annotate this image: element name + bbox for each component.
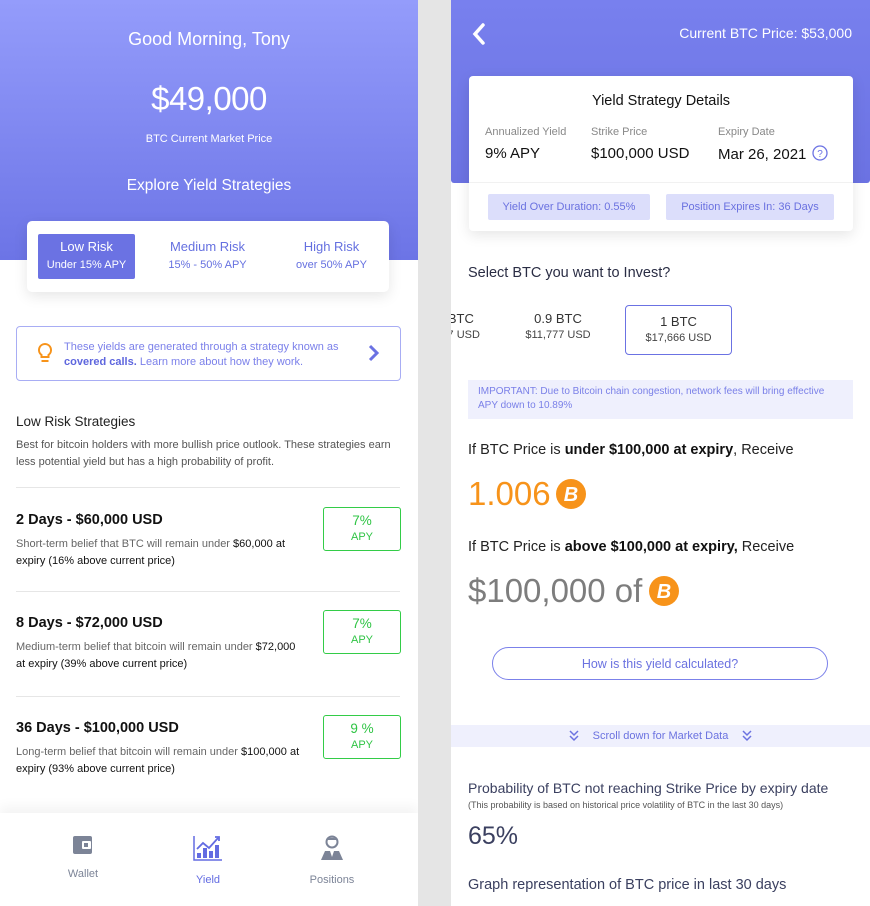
scroll-hint-text: Scroll down for Market Data	[592, 730, 729, 742]
divider	[16, 591, 400, 592]
svg-text:B: B	[657, 581, 671, 603]
label: Expiry Date	[718, 126, 775, 138]
probability-note: (This probability is based on historical…	[468, 800, 784, 810]
strategy-description: Medium-term belief that bitcoin will rem…	[16, 641, 296, 670]
under-strike-condition: If BTC Price is under $100,000 at expiry…	[468, 442, 794, 458]
btc-amount: 0.9 BTC	[534, 311, 582, 326]
label: Strike Price	[591, 126, 648, 138]
scroll-hint[interactable]: Scroll down for Market Data	[451, 725, 870, 747]
divider	[469, 182, 853, 183]
strategy-detail-screen: Current BTC Price: $53,000 Yield Strateg…	[451, 0, 870, 906]
svg-text:B: B	[563, 484, 577, 506]
strategy-description: Long-term belief that bitcoin will remai…	[16, 746, 300, 775]
nav-label: Positions	[309, 874, 355, 886]
receive-btc-amount: 1.006 B	[468, 475, 587, 513]
double-chevron-down-icon	[742, 730, 752, 742]
nav-label: Wallet	[67, 868, 99, 880]
apy-label: APY	[350, 531, 373, 543]
btc-amount: 1 BTC	[660, 314, 697, 329]
tab-high-risk[interactable]: High Risk over 50% APY	[283, 234, 380, 279]
apy-badge: 9 % APY	[323, 715, 401, 759]
apy-value: 7%	[352, 616, 372, 631]
btc-amount: 0.8 BTC	[451, 311, 474, 326]
card-title: Yield Strategy Details	[591, 93, 731, 109]
bitcoin-icon: B	[555, 479, 586, 509]
position-expires-chip: Position Expires In: 36 Days	[666, 194, 834, 220]
yield-home-screen: Good Morning, Tony $49,000 BTC Current M…	[0, 0, 418, 906]
strategy-item[interactable]: 36 Days - $100,000 USD Long-term belief …	[16, 715, 401, 778]
risk-selector: Low Risk Under 15% APY Medium Risk 15% -…	[27, 221, 389, 292]
apy-value: 7%	[352, 513, 372, 528]
usd-value: $100,000 of	[468, 572, 643, 609]
bitcoin-icon: B	[649, 576, 680, 606]
above-strike-condition: If BTC Price is above $100,000 at expiry…	[468, 539, 795, 555]
covered-calls-info-banner[interactable]: These yields are generated through a str…	[16, 326, 401, 381]
apy-label: APY	[350, 634, 373, 646]
strategy-description: Short-term belief that BTC will remain u…	[16, 538, 286, 567]
current-btc-price: Current BTC Price: $53,000	[679, 25, 852, 41]
btc-value: 1.006	[468, 475, 551, 512]
chevron-right-icon[interactable]	[368, 344, 380, 367]
wallet-icon	[73, 836, 92, 854]
strike-price: Strike Price $100,000 USD	[591, 126, 689, 162]
btc-market-price: $49,000	[151, 80, 267, 117]
nav-positions[interactable]: Positions	[287, 835, 377, 886]
greeting: Good Morning, Tony	[128, 29, 290, 49]
graph-title: Graph representation of BTC price in las…	[468, 877, 787, 893]
probability-title: Probability of BTC not reaching Strike P…	[468, 780, 829, 796]
annualized-yield: Annualized Yield 9% APY	[485, 126, 566, 162]
back-chevron-icon[interactable]	[471, 22, 487, 51]
section-description: Best for bitcoin holders with more bulli…	[16, 439, 391, 468]
probability-value: 65%	[468, 822, 519, 850]
apy-label: APY	[350, 739, 373, 751]
amount-option-selected[interactable]: 1 BTC $17,666 USD	[625, 305, 732, 355]
double-chevron-down-icon	[569, 730, 579, 742]
tab-medium-risk[interactable]: Medium Risk 15% - 50% APY	[159, 234, 256, 279]
important-notice: IMPORTANT: Due to Bitcoin chain congesti…	[468, 380, 853, 419]
yield-chart-icon	[193, 836, 222, 861]
value: Mar 26, 2021?	[718, 145, 829, 165]
bottom-navigation: Wallet Yield Positions	[0, 813, 418, 906]
nav-yield[interactable]: Yield	[163, 835, 253, 886]
yield-calculation-button[interactable]: How is this yield calculated?	[492, 647, 828, 680]
value: $100,000 USD	[591, 145, 690, 162]
usd-amount: $11,777 USD	[525, 329, 591, 341]
amount-option[interactable]: 0.8 BTC $5,777 USD	[451, 305, 505, 355]
tab-subtitle: over 50% APY	[296, 259, 367, 271]
divider	[16, 696, 400, 697]
tab-subtitle: Under 15% APY	[46, 259, 127, 271]
divider	[16, 487, 400, 488]
apy-value: 9 %	[350, 721, 374, 736]
expiry-date: Expiry Date Mar 26, 2021?	[718, 126, 829, 165]
label: Annualized Yield	[485, 126, 567, 138]
strategy-item[interactable]: 2 Days - $60,000 USD Short-term belief t…	[16, 507, 401, 570]
yield-over-duration-chip: Yield Over Duration: 0.55%	[488, 194, 650, 220]
select-amount-title: Select BTC you want to Invest?	[468, 265, 671, 281]
positions-user-icon	[321, 835, 343, 860]
nav-label: Yield	[195, 874, 221, 886]
info-text: These yields are generated through a str…	[64, 341, 339, 368]
tab-low-risk[interactable]: Low Risk Under 15% APY	[38, 234, 135, 279]
explore-title: Explore Yield Strategies	[126, 177, 292, 194]
apy-badge: 7% APY	[323, 507, 401, 551]
apy-badge: 7% APY	[323, 610, 401, 654]
strategy-item[interactable]: 8 Days - $72,000 USD Medium-term belief …	[16, 610, 401, 673]
tab-subtitle: 15% - 50% APY	[168, 259, 247, 271]
tab-title: Medium Risk	[169, 239, 246, 254]
usd-amount: $17,666 USD	[645, 332, 712, 344]
lightbulb-icon	[37, 342, 53, 369]
amount-option[interactable]: 0.9 BTC $11,777 USD	[503, 305, 613, 355]
section-title: Low Risk Strategies	[16, 414, 136, 429]
usd-amount: $5,777 USD	[451, 329, 480, 341]
svg-text:?: ?	[818, 149, 824, 160]
btc-price-label: BTC Current Market Price	[145, 133, 273, 145]
yield-strategy-details-card: Yield Strategy Details Annualized Yield …	[469, 76, 853, 231]
receive-usd-amount: $100,000 of B	[468, 572, 680, 610]
tab-title: Low Risk	[60, 239, 113, 254]
tab-title: High Risk	[303, 239, 360, 254]
help-question-icon[interactable]: ?	[812, 145, 829, 165]
value: 9% APY	[485, 145, 541, 162]
nav-wallet[interactable]: Wallet	[38, 835, 128, 880]
